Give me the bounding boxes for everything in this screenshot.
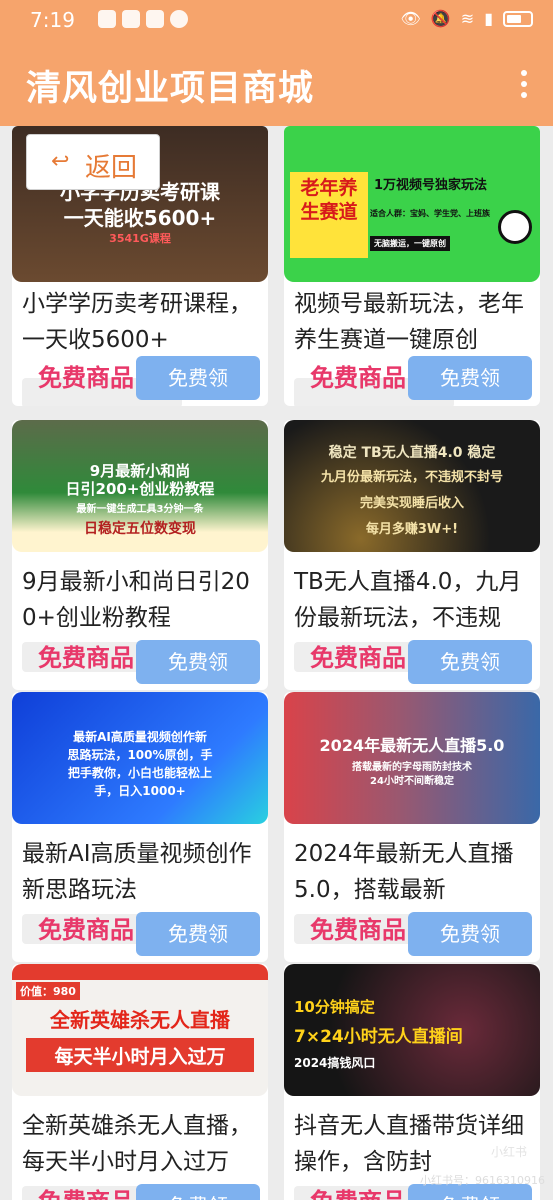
thumb-text: 每月多赚3W+! [365, 522, 459, 537]
thumb-text: 完美实现睡后收入 [359, 496, 464, 511]
claim-free-button[interactable]: 免费领 [136, 356, 260, 400]
product-thumbnail: 老年养生赛道 1万视频号独家玩法 适合人群：宝妈、学生党、上班族 无脑搬运，一键… [284, 126, 540, 282]
eye-icon: 👁 [400, 9, 421, 28]
free-product-label: 免费商品 [38, 1182, 134, 1200]
thumb-text: 2024年最新无人直播5.0 [319, 736, 505, 755]
product-card[interactable]: 9月最新小和尚 日引200+创业粉教程 最新一键生成工具3分钟一条 日稳定五位数… [12, 420, 268, 690]
thumb-text: 适合人群：宝妈、学生党、上班族 [370, 209, 490, 218]
thumb-text: 2024搞钱风口 [294, 1056, 376, 1070]
product-title: 2024年最新无人直播5.0，搭载最新 [294, 841, 514, 903]
thumb-text: 日稳定五位数变现 [84, 521, 196, 537]
product-grid: 小学学历卖考研课 一天能收5600+ 3541G课程 小学学历卖考研课程，一天收… [0, 126, 553, 1200]
free-product-label: 免费商品 [310, 1182, 406, 1200]
free-product-label: 免费商品 [38, 364, 134, 392]
system-icons: 👁 🔕 ≋ ▮ [401, 9, 533, 28]
status-time: 7:19 [30, 8, 75, 32]
app-title: 清风创业项目商城 [26, 69, 315, 109]
product-thumbnail: 最新AI高质量视频创作新 思路玩法，100%原创，手 把手教你，小白也能轻松上 … [12, 692, 268, 824]
app-bar: 清风创业项目商城 [0, 40, 553, 126]
product-card[interactable]: 稳定 TB无人直播4.0 稳定 九月份最新玩法，不违规不封号 完美实现睡后收入 … [284, 420, 540, 690]
thumb-band [12, 964, 268, 980]
free-product-label: 免费商品 [310, 916, 406, 944]
thumb-text: 思路玩法，100%原创，手 [67, 748, 213, 762]
free-product-label: 免费商品 [38, 916, 134, 944]
product-title: 全新英雄杀无人直播，每天半小时月入过万 [22, 1113, 252, 1175]
thumb-text: 价值：980 [16, 982, 80, 1000]
thumb-text: 最新AI高质量视频创作新 [73, 730, 207, 744]
back-label: 返回 [85, 153, 138, 183]
claim-free-button[interactable]: 免费领 [408, 640, 532, 684]
thumb-text: 最新一键生成工具3分钟一条 [76, 504, 204, 515]
app-notification-icon [122, 10, 140, 28]
thumb-text: 手，日入1000+ [94, 784, 186, 798]
xiaohongshu-logo: 小红书 [483, 1136, 535, 1166]
free-product-label: 免费商品 [310, 364, 406, 392]
free-product-label: 免费商品 [38, 644, 134, 672]
claim-free-button[interactable]: 免费领 [136, 912, 260, 956]
product-thumbnail: 2024年最新无人直播5.0 搭载最新的字母雨防封技术 24小时不间断稳定 [284, 692, 540, 824]
notification-icons [98, 10, 188, 28]
thumb-text: 一天能收5600+ [63, 206, 217, 230]
thumb-text: 日引200+创业粉教程 [65, 480, 215, 498]
thumb-text: 3541G课程 [109, 232, 171, 245]
product-title: TB无人直播4.0，九月份最新玩法，不违规 [294, 569, 522, 631]
product-card[interactable]: 最新AI高质量视频创作新 思路玩法，100%原创，手 把手教你，小白也能轻松上 … [12, 692, 268, 962]
product-title: 视频号最新玩法，老年养生赛道一键原创 [294, 291, 524, 353]
app-notification-icon [146, 10, 164, 28]
product-card[interactable]: 老年养生赛道 1万视频号独家玩法 适合人群：宝妈、学生党、上班族 无脑搬运，一键… [284, 126, 540, 406]
product-card[interactable]: 价值：980 全新英雄杀无人直播 每天半小时月入过万 全新英雄杀无人直播，每天半… [12, 964, 268, 1200]
app-notification-icon [170, 10, 188, 28]
product-thumbnail: 价值：980 全新英雄杀无人直播 每天半小时月入过万 [12, 964, 268, 1096]
product-thumbnail: 10分钟搞定 7×24小时无人直播间 2024搞钱风口 [284, 964, 540, 1096]
thumb-text: 10分钟搞定 [294, 998, 375, 1016]
product-title: 小学学历卖考研课程，一天收5600+ [22, 291, 252, 353]
product-title: 9月最新小和尚日引200+创业粉教程 [22, 569, 250, 631]
watermark-text: 小红书号：9616310916 [420, 1174, 545, 1187]
thumb-text: 全新英雄杀无人直播 [50, 1008, 230, 1032]
product-thumbnail: 稳定 TB无人直播4.0 稳定 九月份最新玩法，不违规不封号 完美实现睡后收入 … [284, 420, 540, 552]
status-bar: 7:19 👁 🔕 ≋ ▮ [0, 0, 553, 40]
wifi-icon: ≋ [460, 9, 475, 28]
thumb-text: 把手教你，小白也能轻松上 [67, 766, 212, 780]
app-notification-icon [98, 10, 116, 28]
eye-decoration [498, 210, 532, 244]
thumb-text: 24小时不间断稳定 [370, 776, 454, 787]
more-menu-icon[interactable] [519, 70, 529, 98]
thumb-text: 7×24小时无人直播间 [294, 1027, 463, 1047]
claim-free-button[interactable]: 免费领 [136, 640, 260, 684]
back-button[interactable]: ↩ 返回 [26, 134, 160, 190]
thumb-text: 1万视频号独家玩法 [374, 178, 488, 193]
thumb-text: 每天半小时月入过万 [54, 1046, 226, 1068]
product-card[interactable]: 2024年最新无人直播5.0 搭载最新的字母雨防封技术 24小时不间断稳定 20… [284, 692, 540, 962]
claim-free-button[interactable]: 免费领 [136, 1184, 260, 1200]
thumb-text: 老年养生赛道 [300, 177, 358, 223]
claim-free-button[interactable]: 免费领 [408, 356, 532, 400]
thumb-text: 无脑搬运，一键原创 [370, 236, 450, 251]
thumb-text: 九月份最新玩法，不违规不封号 [320, 470, 503, 485]
free-product-label: 免费商品 [310, 644, 406, 672]
back-arrow-icon: ↩ [51, 149, 70, 174]
battery-icon [503, 10, 533, 27]
thumb-text: 稳定 TB无人直播4.0 稳定 [328, 445, 496, 461]
product-title: 最新AI高质量视频创作新思路玩法 [22, 841, 252, 903]
thumb-text: 搭载最新的字母雨防封技术 [352, 762, 472, 773]
mute-icon: 🔕 [430, 9, 451, 28]
claim-free-button[interactable]: 免费领 [408, 912, 532, 956]
product-thumbnail: 9月最新小和尚 日引200+创业粉教程 最新一键生成工具3分钟一条 日稳定五位数… [12, 420, 268, 552]
signal-icon: ▮ [484, 9, 493, 28]
